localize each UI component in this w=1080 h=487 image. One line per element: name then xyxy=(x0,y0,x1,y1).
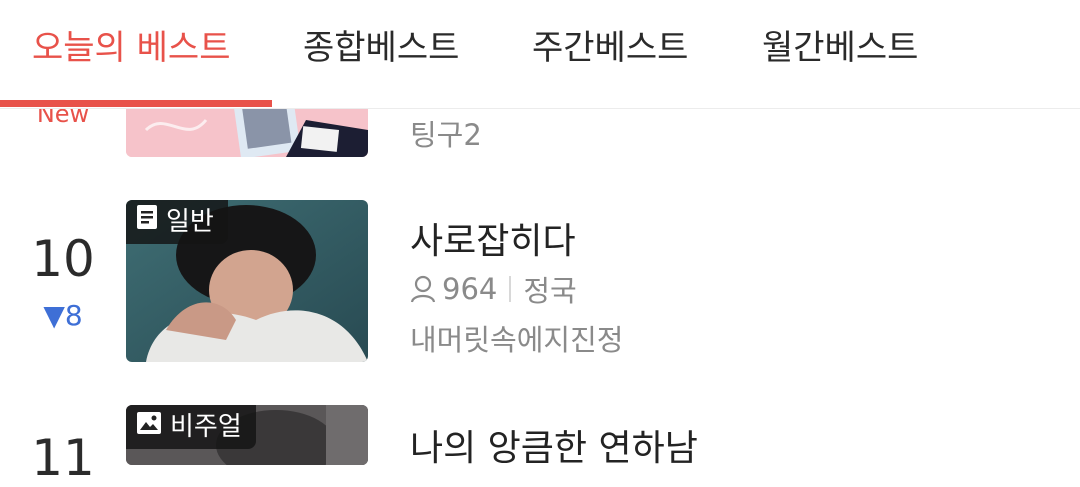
category-badge: 일반 xyxy=(126,200,228,244)
work-meta: 964 정국 xyxy=(410,268,577,310)
category-badge: 비주얼 xyxy=(126,405,256,449)
best-tab-bar: 오늘의 베스트 종합베스트 주간베스트 월간베스트 xyxy=(0,0,1080,109)
character-tag: 정국 xyxy=(523,274,577,308)
tab-today-best[interactable]: 오늘의 베스트 xyxy=(32,18,231,78)
rank-number: 10 xyxy=(31,230,95,288)
rank-change: ▼8 xyxy=(43,299,83,332)
document-icon xyxy=(136,200,158,244)
cover-thumbnail[interactable]: 일반 xyxy=(126,200,368,362)
list-item[interactable]: 11 비주얼 나의 앙큼한 연하남 xyxy=(0,405,1080,487)
tab-overall-best[interactable]: 종합베스트 xyxy=(303,18,459,78)
meta-divider xyxy=(509,276,512,302)
author-handle: 내머릿속에지진정 xyxy=(410,323,624,357)
image-icon xyxy=(136,405,162,449)
view-count: 964 xyxy=(442,272,498,306)
tab-monthly-best[interactable]: 월간베스트 xyxy=(762,18,918,78)
active-tab-indicator xyxy=(0,100,272,107)
person-icon xyxy=(410,275,436,303)
work-title[interactable]: 사로잡히다 xyxy=(410,212,576,264)
tab-weekly-best[interactable]: 주간베스트 xyxy=(532,18,688,78)
category-badge-label: 비주얼 xyxy=(170,412,242,442)
category-badge-label: 일반 xyxy=(166,207,214,237)
rank-number: 11 xyxy=(31,429,95,487)
author-handle: 팅구2 xyxy=(410,118,482,152)
cover-thumbnail[interactable]: 비주얼 xyxy=(126,405,368,465)
list-item[interactable]: 10 ▼8 일반 사로잡히다 964 정국 내머릿속에지진정 xyxy=(0,200,1080,365)
work-title[interactable]: 나의 앙큼한 연하남 xyxy=(410,419,698,471)
